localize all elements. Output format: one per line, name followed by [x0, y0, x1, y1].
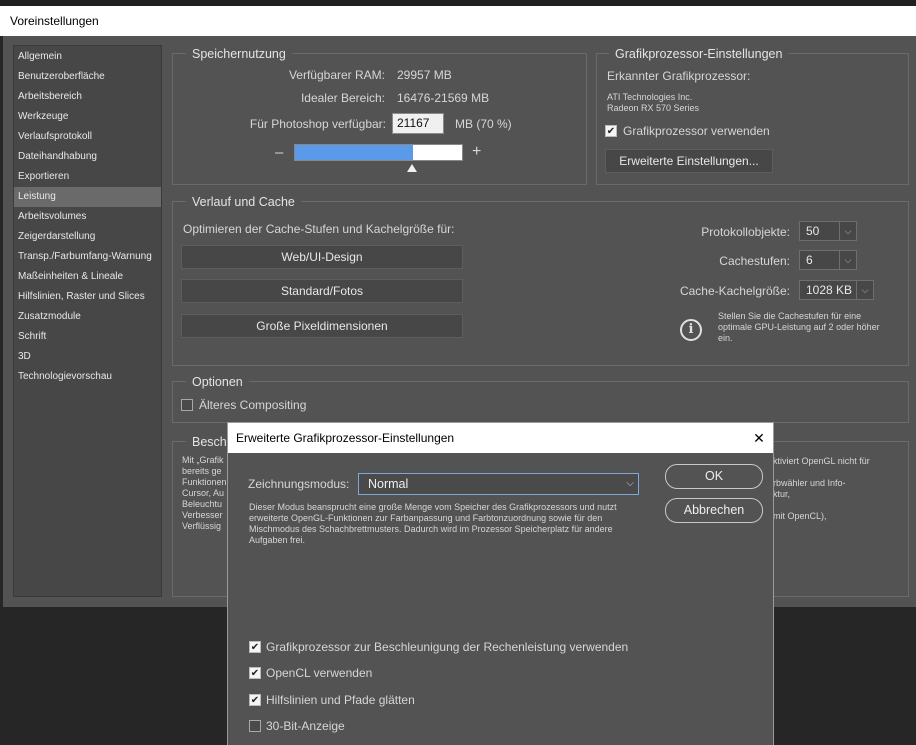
description-line: Verflüssig	[182, 521, 222, 531]
chevron-down-icon: ⌵	[839, 251, 856, 269]
standard-photos-button[interactable]: Standard/Fotos	[181, 279, 463, 303]
sidebar-item[interactable]: Technologievorschau	[14, 367, 161, 387]
photoshop-available-label: Für Photoshop verfügbar:	[249, 117, 386, 131]
cache-levels-value: 6	[806, 253, 813, 267]
tile-size-label: Cache-Kachelgröße:	[679, 284, 790, 298]
sidebar-item[interactable]: Benutzeroberfläche	[14, 67, 161, 87]
chevron-down-icon: ⌵	[856, 281, 873, 299]
sidebar-item[interactable]: Hilfslinien, Raster und Slices	[14, 287, 161, 307]
advanced-gpu-checkbox[interactable]: ✔	[249, 667, 261, 679]
history-states-label: Protokollobjekte:	[701, 225, 790, 239]
advanced-gpu-dialog-title: Erweiterte Grafikprozessor-Einstellungen	[228, 423, 773, 453]
history-states-value: 50	[806, 224, 820, 238]
advanced-gpu-checkbox[interactable]: ✔	[249, 694, 261, 706]
description-text-right: ktiviert OpenGL nicht für rbwähler und In…	[773, 455, 903, 521]
sidebar-item[interactable]: Exportieren	[14, 167, 161, 187]
sidebar-item[interactable]: Dateihandhabung	[14, 147, 161, 167]
description-line: bereits ge	[182, 466, 222, 476]
advanced-gpu-settings-button[interactable]: Erweiterte Einstellungen...	[605, 149, 773, 173]
description-title: Besch	[186, 435, 233, 449]
description-line: rbwähler und Info-	[773, 478, 846, 488]
drawing-mode-label: Zeichnungsmodus:	[248, 477, 350, 491]
drawing-mode-select[interactable]: Normal ⌵	[358, 473, 639, 495]
tile-size-select[interactable]: 1028 KB ⌵	[799, 280, 874, 300]
advanced-gpu-checkbox[interactable]: ✔	[249, 641, 261, 653]
photoshop-memory-input[interactable]: 21167	[392, 113, 444, 134]
ok-button[interactable]: OK	[665, 464, 763, 489]
memory-slider-track[interactable]	[294, 144, 463, 161]
photoshop-memory-unit: MB (70 %)	[455, 117, 512, 131]
ideal-range-label: Idealer Bereich:	[300, 91, 385, 105]
use-gpu-checkbox[interactable]: ✔	[605, 125, 617, 137]
legacy-compositing-checkbox[interactable]	[181, 399, 193, 411]
memory-usage-title: Speichernutzung	[186, 47, 292, 61]
chevron-down-icon: ⌵	[839, 222, 856, 240]
sidebar-item[interactable]: Transp./Farbumfang-Warnung	[14, 247, 161, 267]
detected-gpu-label: Erkannter Grafikprozessor:	[607, 69, 751, 83]
sidebar-item[interactable]: Schrift	[14, 327, 161, 347]
sidebar-item[interactable]: 3D	[14, 347, 161, 367]
tile-size-value: 1028 KB	[806, 283, 853, 297]
sidebar-item[interactable]: Leistung	[14, 187, 161, 207]
description-line: ktiviert OpenGL nicht für	[773, 456, 870, 466]
optimize-cache-label: Optimieren der Cache-Stufen und Kachelgr…	[183, 222, 455, 236]
description-line: ktur,	[773, 489, 791, 499]
description-line: Verbesser	[182, 510, 223, 520]
gpu-model: Radeon RX 570 Series	[607, 103, 700, 113]
available-ram-label: Verfügbarer RAM:	[288, 68, 385, 82]
history-states-select[interactable]: 50 ⌵	[799, 221, 857, 241]
sidebar-item[interactable]: Zusatzmodule	[14, 307, 161, 327]
cache-levels-select[interactable]: 6 ⌵	[799, 250, 857, 270]
sidebar-item[interactable]: Werkzeuge	[14, 107, 161, 127]
large-pixel-dimensions-button[interactable]: Große Pixeldimensionen	[181, 314, 463, 338]
legacy-compositing-label: Älteres Compositing	[199, 398, 307, 412]
chevron-down-icon: ⌵	[626, 478, 634, 489]
available-ram-value: 29957 MB	[397, 68, 452, 82]
sidebar-list: Allgemein Benutzeroberfläche Arbeitsbereic…	[14, 47, 161, 387]
description-line	[773, 466, 903, 477]
cache-info-text: Stellen Sie die Cachestufen für eine opt…	[718, 311, 880, 343]
gpu-settings-title: Grafikprozessor-Einstellungen	[609, 47, 789, 61]
drawing-mode-description: Dieser Modus beansprucht eine große Meng…	[249, 502, 617, 545]
cache-levels-label: Cachestufen:	[719, 254, 790, 268]
options-title: Optionen	[186, 375, 249, 389]
sidebar-item[interactable]: Arbeitsbereich	[14, 87, 161, 107]
close-icon[interactable]: ✕	[748, 423, 770, 453]
preferences-sidebar: Allgemein Benutzeroberfläche Arbeitsbereic…	[13, 45, 162, 597]
advanced-gpu-checkbox-label: Grafikprozessor zur Beschleunigung der R…	[266, 640, 629, 654]
info-icon: i	[680, 319, 702, 341]
memory-slider-fill	[295, 145, 413, 160]
web-ui-design-button[interactable]: Web/UI-Design	[181, 245, 463, 269]
description-line: Funktionen	[182, 477, 227, 487]
sidebar-item[interactable]: Zeigerdarstellung	[14, 227, 161, 247]
memory-increase-button[interactable]: +	[472, 143, 481, 161]
history-cache-title: Verlauf und Cache	[186, 195, 301, 209]
memory-slider-thumb[interactable]	[407, 164, 417, 172]
cancel-button[interactable]: Abbrechen	[665, 498, 763, 523]
advanced-gpu-checkbox-label: 30-Bit-Anzeige	[266, 719, 345, 733]
advanced-gpu-checkbox[interactable]	[249, 720, 261, 732]
description-line: Cursor, Au	[182, 488, 225, 498]
description-line: mit OpenCL),	[773, 511, 827, 521]
use-gpu-label: Grafikprozessor verwenden	[623, 124, 770, 138]
description-text-left: Mit „Grafik bereits ge Funktionen Cursor, A…	[182, 455, 228, 532]
gpu-vendor: ATI Technologies Inc.	[607, 92, 693, 102]
sidebar-item[interactable]: Allgemein	[14, 47, 161, 67]
sidebar-item[interactable]: Maßeinheiten & Lineale	[14, 267, 161, 287]
description-line: Beleuchtu	[182, 499, 223, 509]
window-title: Voreinstellungen	[0, 6, 916, 36]
description-line: Mit „Grafik	[182, 455, 224, 465]
advanced-gpu-checkbox-label: OpenCL verwenden	[266, 666, 373, 680]
sidebar-item[interactable]: Verlaufsprotokoll	[14, 127, 161, 147]
description-line	[773, 499, 903, 510]
drawing-mode-value: Normal	[368, 477, 409, 491]
ideal-range-value: 16476-21569 MB	[397, 91, 490, 105]
advanced-gpu-checkbox-label: Hilfslinien und Pfade glätten	[266, 693, 415, 707]
memory-decrease-button[interactable]: –	[275, 144, 283, 161]
sidebar-item[interactable]: Arbeitsvolumes	[14, 207, 161, 227]
